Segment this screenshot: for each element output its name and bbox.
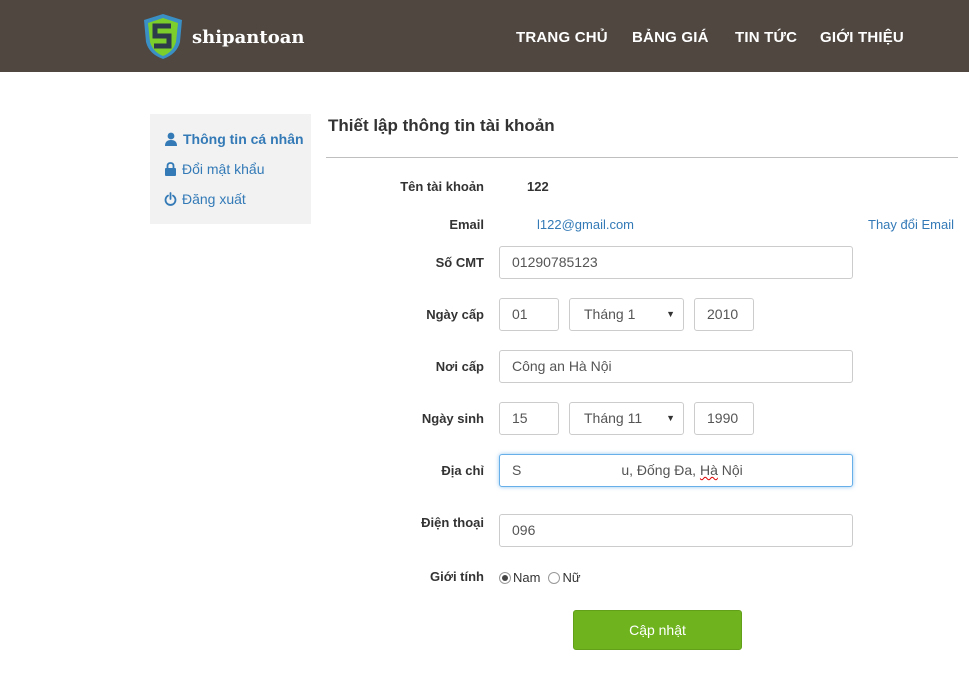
phone-label: Điện thoại	[421, 515, 484, 530]
gender-option-label: Nam	[513, 570, 541, 585]
id-number-label: Số CMT	[435, 255, 484, 270]
phone-input[interactable]: 096	[499, 514, 853, 547]
sidebar-item-label: Thông tin cá nhân	[183, 131, 304, 147]
gender-option-label: Nữ	[562, 570, 581, 585]
gender-radio-male[interactable]	[499, 571, 511, 584]
issue-month-select[interactable]: Tháng 1 ▼	[569, 298, 684, 331]
birth-year-input[interactable]: 1990	[694, 402, 754, 435]
username-label: Tên tài khoản	[400, 179, 484, 194]
sidebar-item-logout[interactable]: Đăng xuất	[164, 191, 246, 207]
gender-radio-group: Nam Nữ	[499, 570, 589, 585]
nav-home[interactable]: TRANG CHỦ	[516, 29, 608, 46]
page-title: Thiết lập thông tin tài khoản	[328, 116, 555, 135]
address-input[interactable]: Su, Đống Đa, Hà Nội	[499, 454, 853, 487]
nav-pricing[interactable]: BẢNG GIÁ	[632, 29, 709, 46]
username-value: 122	[499, 179, 549, 195]
issue-place-label: Nơi cấp	[435, 359, 484, 374]
birth-month-select[interactable]: Tháng 11 ▼	[569, 402, 684, 435]
address-label: Địa chỉ	[441, 463, 484, 478]
sidebar-item-label: Đổi mật khẩu	[182, 161, 265, 177]
update-button[interactable]: Cập nhật	[573, 610, 742, 650]
chevron-down-icon: ▼	[666, 309, 675, 319]
email-value: l122@gmail.com	[499, 217, 634, 233]
power-icon	[164, 192, 177, 206]
sidebar-item-label: Đăng xuất	[182, 191, 246, 207]
account-sidebar: Thông tin cá nhân Đổi mật khẩu Đăng xuất	[150, 114, 311, 224]
sidebar-item-change-password[interactable]: Đổi mật khẩu	[164, 161, 264, 177]
id-number-input[interactable]: 01290785123	[499, 246, 853, 279]
gender-label: Giới tính	[429, 569, 484, 584]
shield-logo-icon[interactable]	[141, 12, 185, 60]
birth-date-label: Ngày sinh	[421, 411, 484, 426]
nav-about[interactable]: GIỚI THIỆU	[820, 29, 904, 46]
nav-news[interactable]: TIN TỨC	[735, 29, 797, 46]
issue-date-label: Ngày cấp	[426, 307, 484, 322]
top-navbar: shipantoan TRANG CHỦ BẢNG GIÁ TIN TỨC GI…	[0, 0, 969, 72]
title-divider	[326, 157, 958, 158]
issue-year-input[interactable]: 2010	[694, 298, 754, 331]
issue-day-input[interactable]: 01	[499, 298, 559, 331]
chevron-down-icon: ▼	[666, 413, 675, 423]
logo-text[interactable]: shipantoan	[192, 27, 304, 48]
birth-day-input[interactable]: 15	[499, 402, 559, 435]
gender-radio-female[interactable]	[548, 571, 561, 584]
sidebar-item-profile[interactable]: Thông tin cá nhân	[164, 131, 304, 147]
lock-icon	[165, 162, 176, 176]
email-label: Email	[449, 217, 484, 232]
change-email-link[interactable]: Thay đổi Email	[868, 217, 954, 232]
user-icon	[165, 132, 177, 146]
issue-place-input[interactable]: Công an Hà Nội	[499, 350, 853, 383]
